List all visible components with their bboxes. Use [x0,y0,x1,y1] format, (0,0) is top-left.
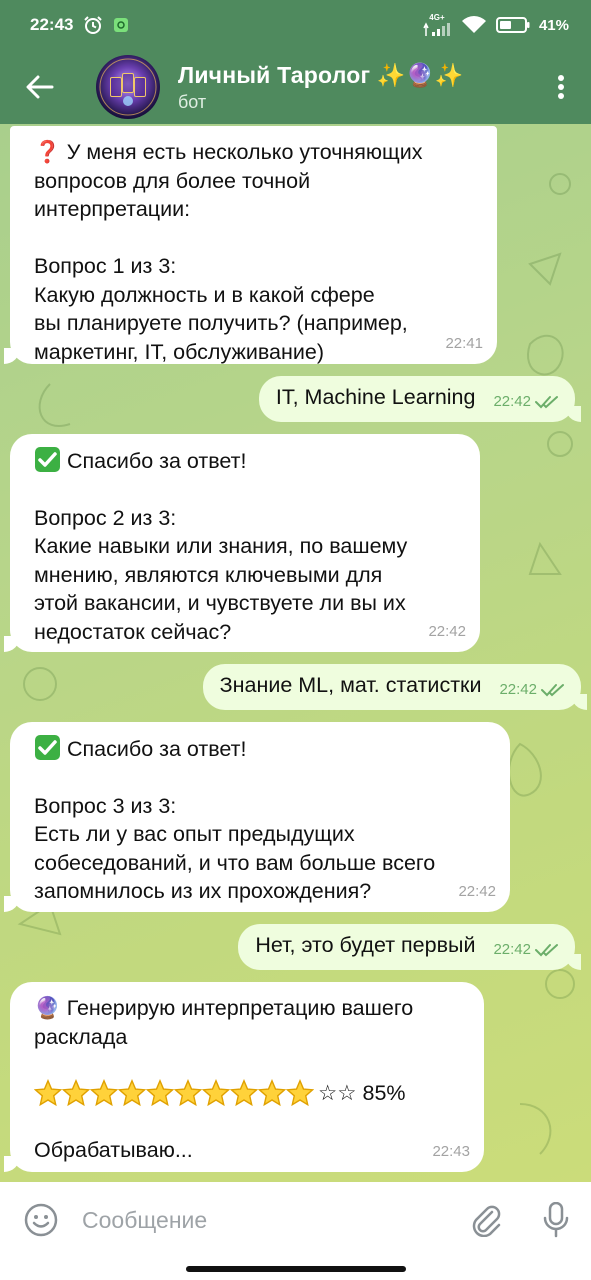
double-check-icon [535,396,558,409]
message-time: 22:42 [458,882,496,900]
message-outgoing[interactable]: Нет, это будет первый 22:42 [238,924,581,970]
message-time: 22:41 [445,334,483,352]
message-outgoing[interactable]: Знание ML, мат. статистки 22:42 [202,664,587,710]
back-button[interactable] [0,50,80,124]
star-icon [202,1079,230,1107]
alarm-icon [84,16,103,34]
message-time: 22:42 [428,622,466,640]
progress-stars [34,1079,314,1107]
message-text: ❓ У меня есть несколько уточняющих вопро… [34,140,423,364]
wifi-icon [461,16,486,33]
smile-icon [24,1203,58,1237]
chat-header: Личный Таролог ✨🔮✨ бот [0,50,591,124]
star-icon [118,1079,146,1107]
chat-title[interactable]: Личный Таролог ✨🔮✨ [178,62,463,89]
app-notification-icon [114,18,129,32]
message-text: IT, Machine Learning [275,385,476,409]
message-incoming[interactable]: 🔮 Генерирую интерпретацию вашего расклад… [4,982,484,1172]
home-indicator[interactable] [186,1266,406,1272]
battery-icon [495,17,530,33]
message-time: 22:42 [493,393,531,410]
double-check-icon [541,684,564,697]
message-text: 🔮 Генерирую интерпретацию вашего расклад… [34,996,414,1049]
message-footer: Обрабатываю... [34,1137,193,1162]
message-text: Знание ML, мат. статистки [219,673,482,697]
tarot-logo-icon [99,58,157,116]
emoji-button[interactable] [0,1182,82,1258]
message-text: Нет, это будет первый [255,933,476,957]
message-time: 22:42 [499,681,537,698]
status-bar: 22:43 4G+ 41% [0,0,591,50]
message-incoming[interactable]: ❓ У меня есть несколько уточняющих вопро… [4,126,497,364]
network-type: 4G+ [429,13,445,22]
message-input[interactable] [82,1206,451,1234]
double-check-icon [535,944,558,957]
message-lead: Спасибо за ответ! [67,737,247,761]
star-icon [34,1079,62,1107]
attach-button[interactable] [451,1182,521,1258]
microphone-icon [543,1202,569,1238]
message-text: Вопрос 2 из 3: Какие навыки или знания, … [34,505,408,644]
check-mark-emoji-icon [35,735,60,760]
progress-indicator: ☆☆ 85% [34,1079,466,1108]
status-time: 22:43 [30,15,74,34]
message-incoming[interactable]: Спасибо за ответ! Вопрос 2 из 3: Какие н… [4,434,480,652]
microphone-button[interactable] [521,1182,591,1258]
check-mark-emoji-icon [35,447,60,472]
progress-label: ☆☆ 85% [318,1081,406,1105]
more-vertical-icon [558,75,564,99]
avatar[interactable] [96,55,160,119]
message-text: Вопрос 3 из 3: Есть ли у вас опыт предыд… [34,793,436,904]
chat-subtitle: бот [178,91,207,112]
star-icon [90,1079,118,1107]
cellular-signal-icon: 4G+ [422,14,452,36]
star-icon [286,1079,314,1107]
battery-percent: 41% [538,16,569,34]
more-menu-button[interactable] [531,50,591,124]
message-time: 22:43 [432,1142,470,1160]
arrow-left-icon [26,75,54,99]
system-nav-bar [0,1258,591,1280]
star-icon [174,1079,202,1107]
message-outgoing[interactable]: IT, Machine Learning 22:42 [258,376,581,422]
paperclip-icon [472,1205,501,1237]
star-icon [146,1079,174,1107]
message-lead: Спасибо за ответ! [67,449,247,473]
star-icon [258,1079,286,1107]
message-incoming[interactable]: Спасибо за ответ! Вопрос 3 из 3: Есть ли… [4,722,510,912]
chat-area[interactable]: ❓ У меня есть несколько уточняющих вопро… [0,124,591,1182]
star-icon [230,1079,258,1107]
star-icon [62,1079,90,1107]
message-time: 22:42 [493,941,531,958]
message-composer [0,1182,591,1258]
